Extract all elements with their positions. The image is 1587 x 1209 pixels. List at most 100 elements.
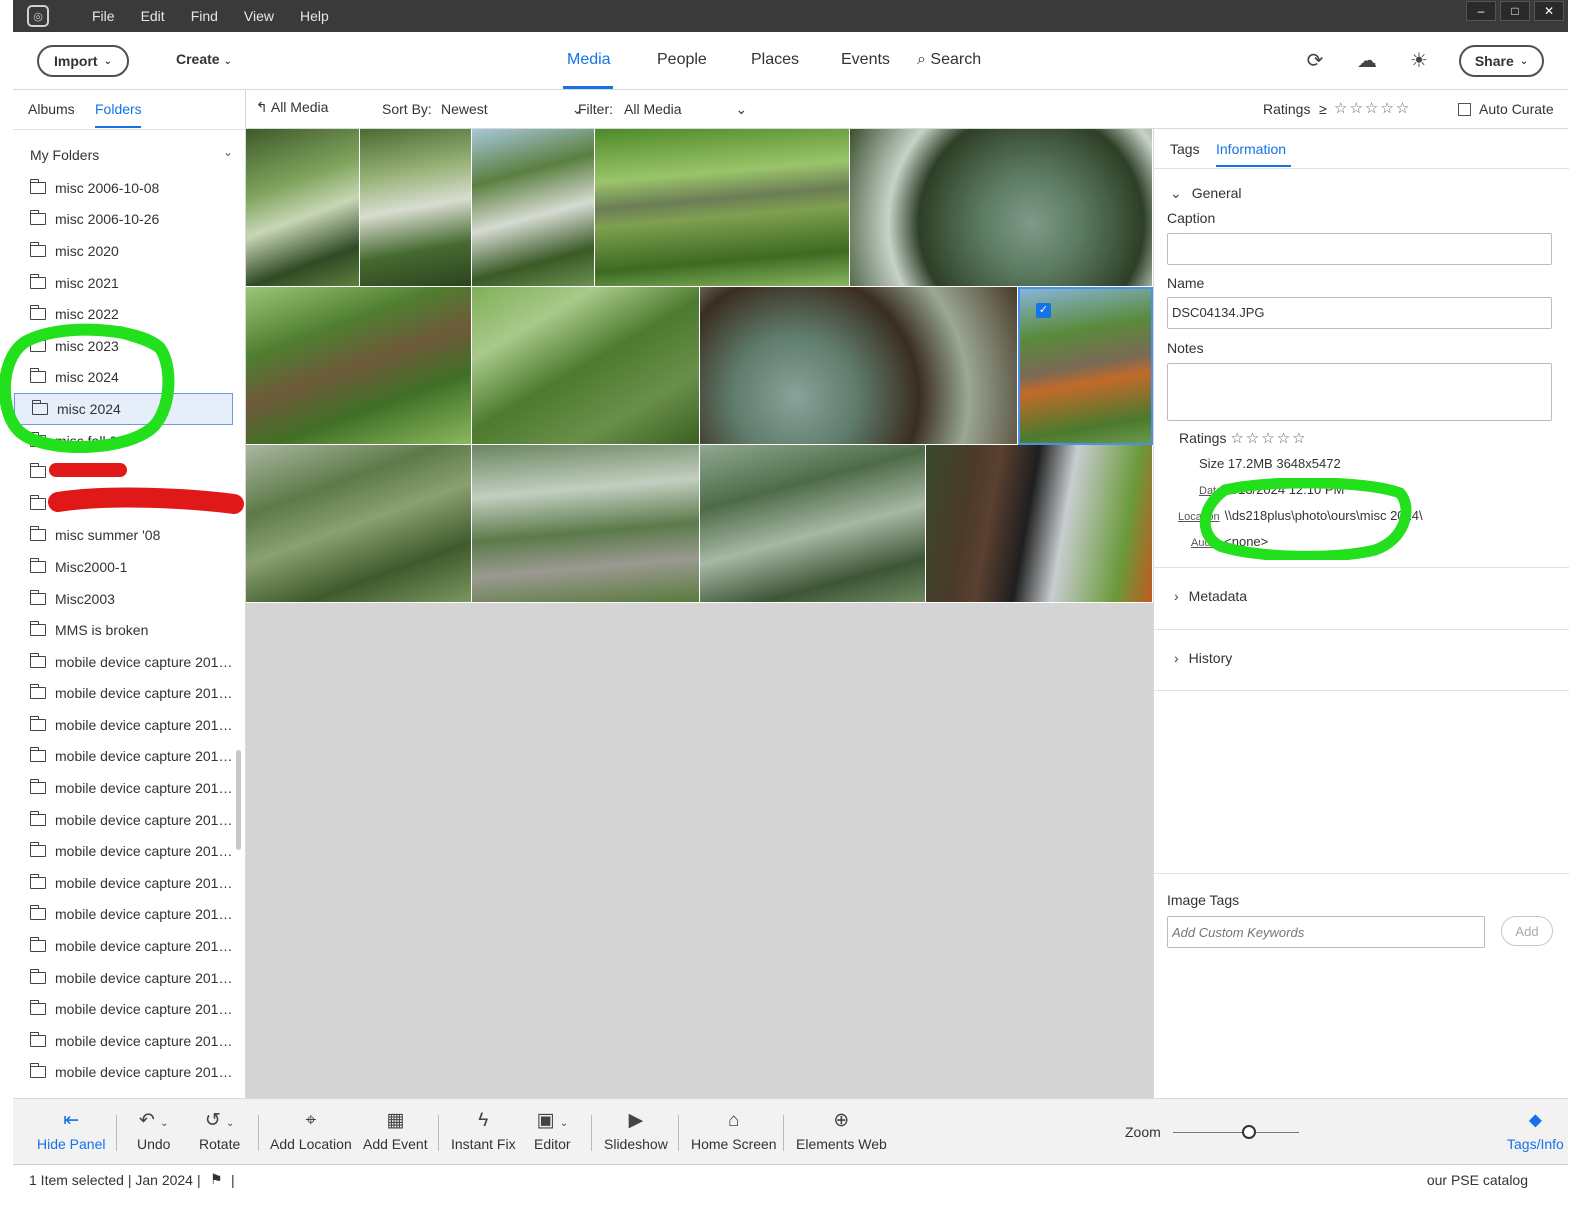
tab-places[interactable]: Places	[751, 51, 799, 69]
folder-item[interactable]: mobile device capture 2015...	[13, 993, 235, 1025]
tab-events[interactable]: Events	[841, 51, 890, 69]
caption-field[interactable]	[1167, 233, 1552, 265]
photo-thumbnail[interactable]	[926, 445, 1153, 603]
menu-edit[interactable]: Edit	[128, 0, 178, 32]
name-field[interactable]: DSC04134.JPG	[1167, 297, 1552, 329]
date-label[interactable]: Date	[1199, 485, 1222, 497]
tags-info-button[interactable]: ⬥ Tags/Info	[1507, 1109, 1564, 1152]
folder-item[interactable]: mobile device capture 2015...	[13, 1025, 235, 1057]
home-screen-button[interactable]: ⌂ Home Screen	[691, 1109, 777, 1152]
folder-item[interactable]	[13, 488, 235, 520]
folder-item[interactable]: misc 2006-10-08	[13, 172, 235, 204]
create-button[interactable]: Create ⌄	[176, 51, 232, 67]
zoom-slider-track[interactable]	[1173, 1132, 1299, 1133]
instant-fix-button[interactable]: ϟ Instant Fix	[451, 1109, 516, 1152]
chevron-down-icon[interactable]: ⌄	[223, 145, 233, 159]
tab-media[interactable]: Media	[567, 51, 611, 69]
general-section-header[interactable]: ⌄ General	[1170, 185, 1242, 202]
folder-item[interactable]: mobile device capture 2012...	[13, 709, 235, 741]
photo-thumbnail[interactable]	[360, 129, 472, 287]
hide-panel-button[interactable]: ⇤ Hide Panel	[37, 1109, 106, 1152]
location-label[interactable]: Location	[1178, 511, 1220, 523]
folder-item[interactable]: misc fall 06	[13, 425, 235, 457]
add-event-button[interactable]: ▦ Add Event	[363, 1109, 428, 1152]
photo-thumbnail[interactable]	[246, 445, 472, 603]
catalog-name[interactable]: our PSE catalog	[1427, 1172, 1528, 1188]
folder-item[interactable]	[13, 456, 235, 488]
folder-item[interactable]: misc 2006-10-26	[13, 204, 235, 236]
notes-field[interactable]	[1167, 363, 1552, 421]
add-keyword-button[interactable]: Add	[1501, 916, 1553, 946]
close-button[interactable]: ✕	[1534, 1, 1564, 21]
photo-thumbnail[interactable]	[246, 129, 360, 287]
slideshow-button[interactable]: ▶ Slideshow	[604, 1109, 668, 1152]
zoom-slider-handle[interactable]	[1242, 1125, 1256, 1139]
photo-thumbnail[interactable]	[472, 129, 595, 287]
menu-find[interactable]: Find	[178, 0, 231, 32]
photo-thumbnail[interactable]	[472, 287, 700, 445]
checkbox-icon[interactable]: ✓	[1036, 303, 1051, 318]
folder-item[interactable]: mobile device capture 2015...	[13, 899, 235, 931]
folder-item[interactable]: mobile device capture 2015...	[13, 962, 235, 994]
folder-item[interactable]: mobile device capture 2015...	[13, 930, 235, 962]
my-folders-heading[interactable]: My Folders	[30, 147, 99, 163]
folder-item[interactable]: mobile device capture 2013...	[13, 835, 235, 867]
photo-thumbnail[interactable]	[246, 287, 472, 445]
folder-item[interactable]: MMS is broken	[13, 614, 235, 646]
metadata-section-header[interactable]: › Metadata	[1174, 588, 1247, 604]
tab-information[interactable]: Information	[1216, 141, 1286, 157]
maximize-button[interactable]: □	[1500, 1, 1530, 21]
folder-item[interactable]: Misc2000-1	[13, 551, 235, 583]
folder-item[interactable]: misc 2020	[13, 235, 235, 267]
tab-people[interactable]: People	[657, 51, 707, 69]
sort-by-select[interactable]: Newest ⌄	[441, 101, 583, 118]
folder-item[interactable]: misc 2024	[14, 393, 233, 425]
folder-item[interactable]: misc 2023	[13, 330, 235, 362]
flag-icon[interactable]: ⚑	[210, 1171, 223, 1188]
folder-item[interactable]: mobile device capture 2012...	[13, 741, 235, 773]
photo-thumbnail[interactable]	[472, 445, 700, 603]
minimize-button[interactable]: –	[1466, 1, 1496, 21]
folder-item[interactable]: mobile device capture 2013...	[13, 804, 235, 836]
custom-keywords-input[interactable]	[1167, 916, 1485, 948]
photo-thumbnail-selected[interactable]: ✓	[1018, 287, 1153, 445]
sync-icon[interactable]: ⟳	[1303, 49, 1327, 73]
folder-item[interactable]: misc 2021	[13, 267, 235, 299]
photo-thumbnail[interactable]	[700, 445, 926, 603]
folder-scrollbar[interactable]	[236, 750, 241, 850]
search-button[interactable]: ⌕ Search	[917, 51, 981, 69]
menu-file[interactable]: File	[79, 0, 128, 32]
tab-albums[interactable]: Albums	[28, 101, 75, 117]
folder-item[interactable]: mobile device capture 2012...	[13, 678, 235, 710]
photo-thumbnail[interactable]	[595, 129, 850, 287]
audio-label[interactable]: Audio	[1191, 537, 1219, 549]
tab-tags[interactable]: Tags	[1170, 141, 1200, 157]
import-button[interactable]: Import ⌄	[37, 45, 129, 77]
folder-item[interactable]: mobile device capture 2013...	[13, 772, 235, 804]
cloud-icon[interactable]: ☁	[1355, 49, 1379, 73]
brightness-icon[interactable]: ☀	[1407, 49, 1431, 73]
folder-item[interactable]: mobile device capture 2014...	[13, 867, 235, 899]
share-button[interactable]: Share ⌄	[1459, 45, 1544, 77]
elements-web-button[interactable]: ⊕ Elements Web	[796, 1109, 887, 1152]
menu-view[interactable]: View	[231, 0, 287, 32]
folder-item[interactable]: misc 2022	[13, 298, 235, 330]
folder-item[interactable]: mobile device capture 2012...	[13, 646, 235, 678]
photo-thumbnail[interactable]	[700, 287, 1018, 445]
ratings-filter-stars[interactable]: ☆☆☆☆☆	[1334, 99, 1411, 117]
folder-item[interactable]: misc 2024	[13, 362, 235, 394]
folder-item[interactable]: misc summer '08	[13, 520, 235, 552]
all-media-button[interactable]: ↰ All Media	[256, 99, 328, 116]
rotate-button[interactable]: ↺ ⌄ Rotate	[199, 1109, 240, 1152]
menu-help[interactable]: Help	[287, 0, 342, 32]
photo-thumbnail[interactable]	[850, 129, 1153, 287]
undo-button[interactable]: ↶ ⌄ Undo	[137, 1109, 170, 1152]
folder-item[interactable]: mobile device capture 2015...	[13, 1057, 235, 1089]
editor-button[interactable]: ▣ ⌄ Editor	[534, 1109, 571, 1152]
history-section-header[interactable]: › History	[1174, 650, 1232, 666]
add-location-button[interactable]: ⌖ Add Location	[270, 1109, 352, 1152]
tab-folders[interactable]: Folders	[95, 101, 142, 117]
filter-select[interactable]: All Media ⌄	[624, 101, 747, 118]
rating-stars[interactable]: ☆☆☆☆☆	[1230, 430, 1307, 447]
folder-item[interactable]: Misc2003	[13, 583, 235, 615]
